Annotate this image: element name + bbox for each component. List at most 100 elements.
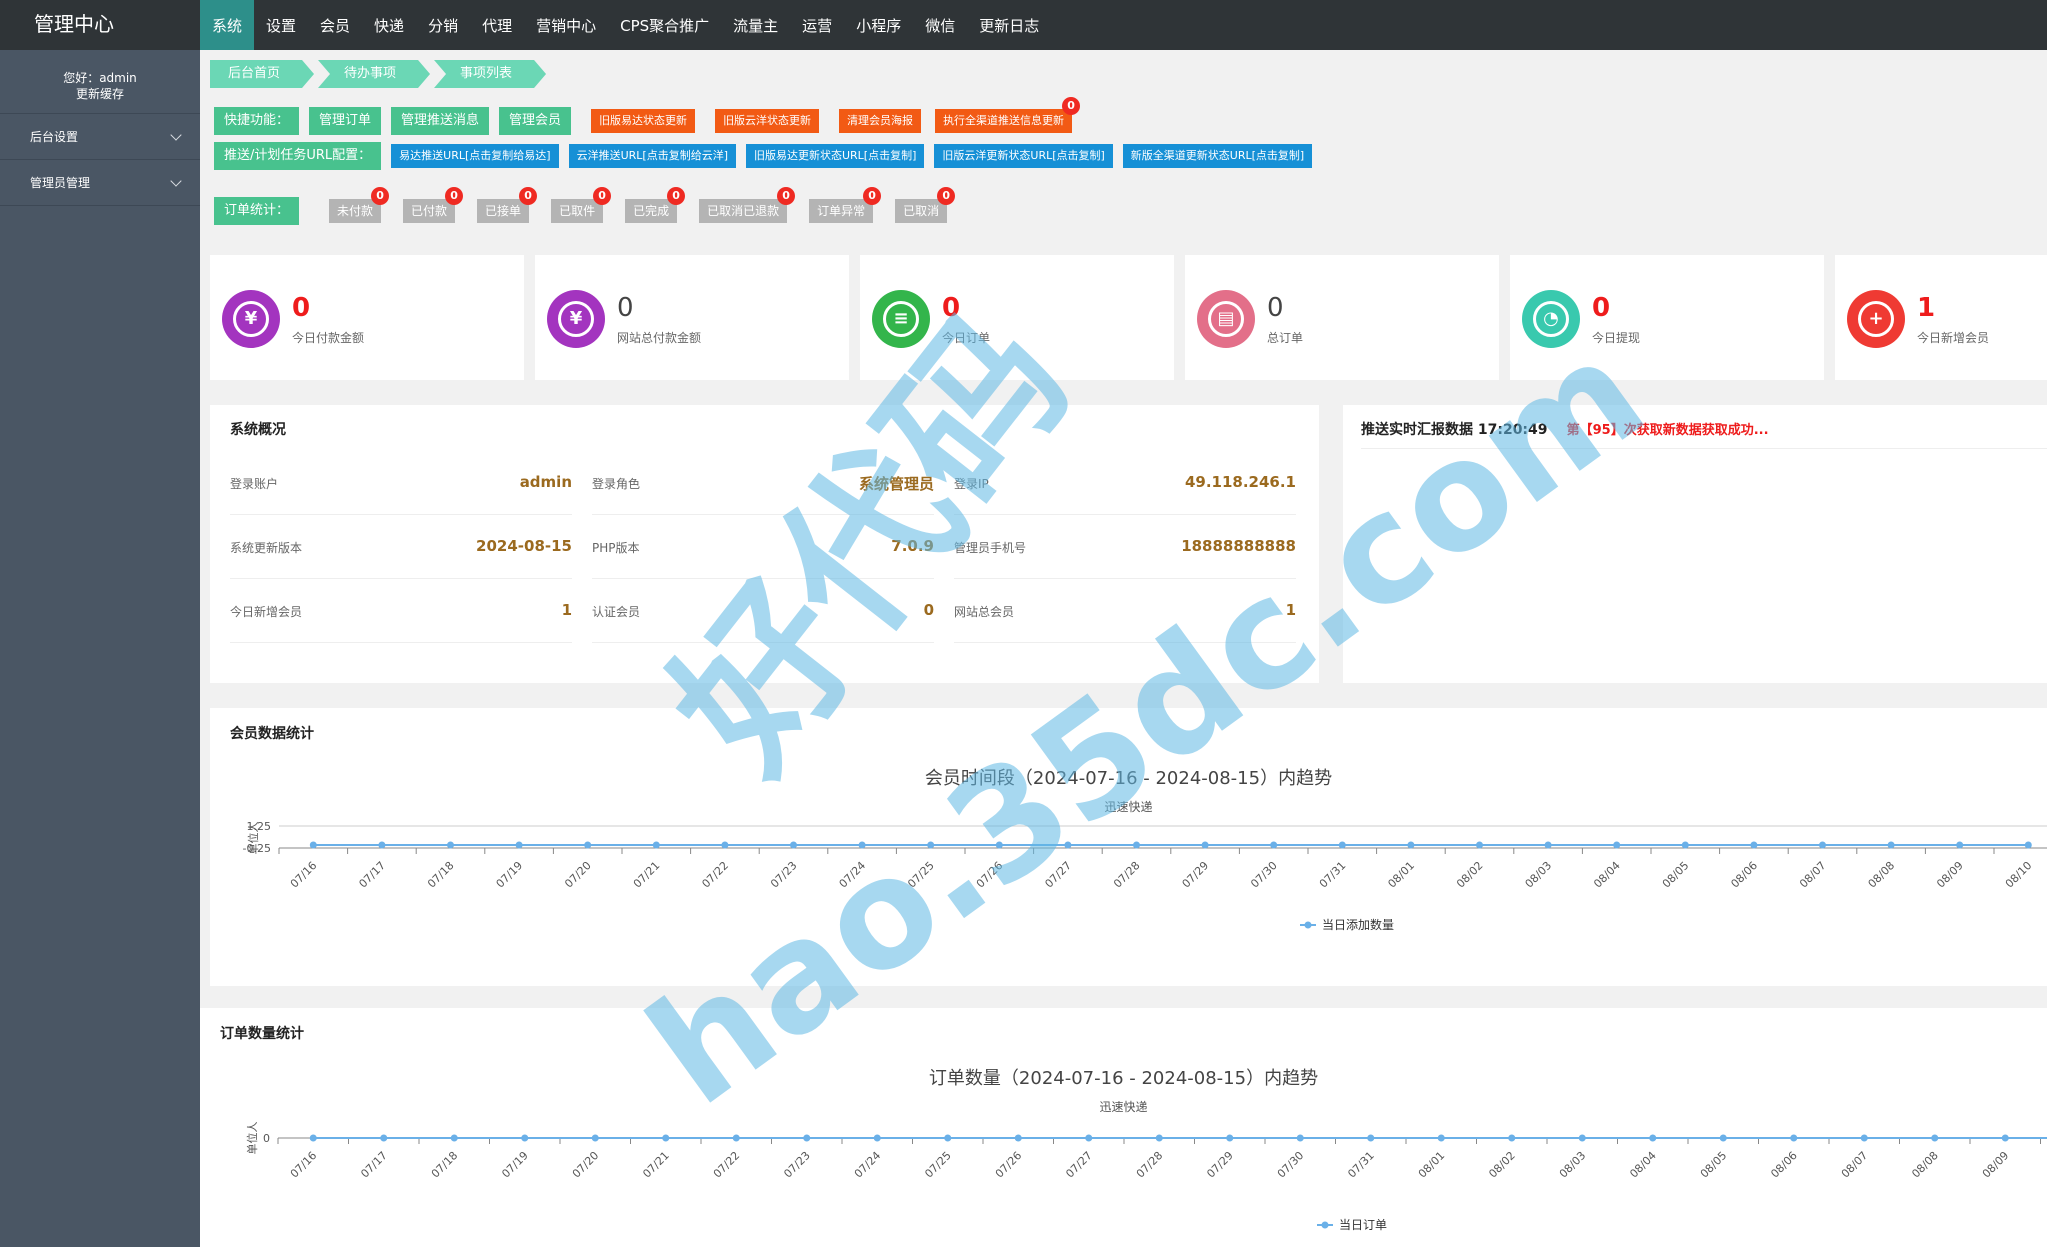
data-point (378, 841, 386, 849)
overview-key: 系统更新版本 (230, 541, 303, 555)
overview-key: 管理员手机号 (954, 541, 1027, 555)
nav-item-2[interactable]: 会员 (308, 0, 362, 50)
legend-label: 当日订单 (1339, 1218, 1387, 1232)
order-stat-button[interactable]: 已接单 0 (477, 187, 538, 223)
manage-members-button[interactable]: 管理会员 (499, 107, 572, 135)
sidebar-item-admins[interactable]: 管理员管理 (0, 160, 200, 206)
y-tick-label: -0.25 (243, 842, 271, 855)
order-stat-button[interactable]: 已取件 0 (551, 187, 612, 223)
overview-panel: 系统概况 登录账户 admin 登录角色 系统管理员 登录IP 49.118.246.1 系… (210, 405, 1319, 683)
data-point (447, 841, 454, 849)
data-point (1860, 1134, 1868, 1142)
x-tick-label: 07/18 (429, 1149, 461, 1181)
order-stats-row: 订单统计： 未付款 0 已付款 0 已接单 0 已取件 0 已完成 0 已取消已退款 0 订单异常 0 已取… (214, 187, 969, 225)
sidebar-item-label: 后台设置 (30, 130, 79, 144)
data-point (309, 841, 317, 849)
nav-item-9[interactable]: 运营 (790, 0, 844, 50)
x-tick-label: 08/08 (1909, 1149, 1941, 1181)
x-tick-label: 07/20 (570, 1149, 602, 1181)
data-point (1508, 1134, 1516, 1142)
sidebar-item-settings[interactable]: 后台设置 (0, 114, 200, 160)
data-point (591, 1134, 599, 1142)
nav-item-1[interactable]: 设置 (254, 0, 308, 50)
order-stats-label: 订单统计： (214, 197, 300, 225)
overview-field: 认证会员 0 (592, 581, 934, 643)
data-point (2024, 841, 2032, 849)
x-tick-label: 08/06 (1768, 1149, 1800, 1181)
crumb-home[interactable]: 后台首页 (210, 60, 314, 88)
order-stat-button[interactable]: 订单异常 0 (809, 187, 882, 223)
nav-item-11[interactable]: 微信 (913, 0, 967, 50)
data-point (1887, 841, 1895, 849)
crumb-todo[interactable]: 待办事项 (318, 60, 430, 88)
stat-card: ▤ 0 总订单 (1185, 255, 1499, 380)
overview-key: 今日新增会员 (230, 605, 303, 619)
nav-item-6[interactable]: 营销中心 (524, 0, 608, 50)
yunyang-status-button[interactable]: 旧版云洋状态更新 (715, 109, 820, 133)
data-point (1790, 1134, 1798, 1142)
x-tick-label: 08/07 (1797, 859, 1829, 891)
data-point (1155, 1134, 1163, 1142)
manage-orders-button[interactable]: 管理订单 (309, 107, 382, 135)
push-all-button[interactable]: 执行全渠道推送信息更新 0 (935, 97, 1081, 133)
stat-value: 0 (1592, 293, 1611, 323)
manage-push-button[interactable]: 管理推送消息 (391, 107, 490, 135)
x-tick-label: 07/17 (356, 859, 388, 891)
x-tick-label: 08/09 (1934, 859, 1966, 891)
document-icon: ≡ (872, 290, 930, 348)
crumb-list[interactable]: 事项列表 (434, 60, 546, 88)
stat-card: ≡ 0 今日订单 (860, 255, 1174, 380)
top-nav: 系统 设置 会员 快递 分销 代理 营销中心 CPS聚合推广 流量主 运营 小程序 微信 更新日志 (200, 0, 1051, 50)
order-stat-button[interactable]: 已取消已退款 0 (699, 187, 796, 223)
y-tick-label: 0 (263, 1132, 270, 1145)
overview-field: 登录角色 系统管理员 (592, 453, 934, 515)
yida-push-url-button[interactable]: 易达推送URL[点击复制给易达] (391, 144, 559, 168)
overview-key: 登录IP (954, 477, 989, 491)
x-tick-label: 08/05 (1660, 859, 1692, 891)
data-point (1085, 1134, 1093, 1142)
members-panel: 会员数据统计 会员时间段（2024-07-16 - 2024-08-15）内趋势… (210, 708, 2047, 986)
all-channel-url-button[interactable]: 新版全渠道更新状态URL[点击复制] (1122, 144, 1313, 168)
data-point (1133, 841, 1140, 849)
push-live-header: 推送实时汇报数据 17:20:49 第【95】次获取新数据获取成功... (1361, 419, 2047, 449)
member-chart: 单位人1.25-0.2507/16 07/17 07/18 07/19 07/20 07/… (243, 820, 2047, 932)
stat-label: 总订单 (1267, 331, 1304, 345)
nav-item-8[interactable]: 流量主 (721, 0, 790, 50)
yida-update-url-button[interactable]: 旧版易达更新状态URL[点击复制] (745, 144, 925, 168)
greeting: 您好：admin 更新缓存 (0, 50, 200, 114)
data-point (1407, 841, 1415, 849)
overview-key: 登录角色 (592, 477, 641, 491)
order-stat-button[interactable]: 已付款 0 (403, 187, 464, 223)
yida-status-button[interactable]: 旧版易达状态更新 (591, 109, 696, 133)
legend-label: 当日添加数量 (1322, 917, 1394, 932)
x-tick-label: 07/25 (905, 859, 937, 891)
nav-item-12[interactable]: 更新日志 (967, 0, 1051, 50)
nav-item-4[interactable]: 分销 (416, 0, 470, 50)
clear-poster-button[interactable]: 清理会员海报 (839, 109, 922, 133)
data-point (1956, 841, 1964, 849)
x-tick-label: 08/04 (1627, 1149, 1659, 1181)
x-tick-label: 07/19 (499, 1149, 531, 1181)
yunyang-update-url-button[interactable]: 旧版云洋更新状态URL[点击复制] (934, 144, 1113, 168)
brand-title: 管理中心 (34, 12, 114, 36)
refresh-cache-link[interactable]: 更新缓存 (0, 86, 200, 102)
nav-item-10[interactable]: 小程序 (844, 0, 913, 50)
order-stat-label: 已完成 (633, 204, 670, 218)
order-stat-label: 已接单 (485, 204, 522, 218)
sidebar: 您好：admin 更新缓存 后台设置 管理员管理 (0, 50, 200, 1247)
nav-item-5[interactable]: 代理 (470, 0, 524, 50)
nav-item-3[interactable]: 快递 (362, 0, 416, 50)
x-tick-label: 07/29 (1180, 859, 1212, 891)
order-stat-button[interactable]: 已完成 0 (625, 187, 686, 223)
order-stat-button[interactable]: 未付款 0 (329, 187, 390, 223)
order-stat-button[interactable]: 已取消 0 (895, 187, 956, 223)
nav-item-0[interactable]: 系统 (200, 0, 255, 50)
yunyang-push-url-button[interactable]: 云洋推送URL[点击复制给云洋] (568, 144, 736, 168)
icon-glyph: ◔ (1533, 301, 1569, 337)
data-point (721, 841, 729, 849)
icon-glyph: ¥ (233, 301, 269, 337)
data-point (309, 1134, 317, 1142)
nav-item-7[interactable]: CPS聚合推广 (608, 0, 721, 50)
data-point (1270, 841, 1278, 849)
overview-field: 网站总会员 1 (954, 581, 1296, 643)
